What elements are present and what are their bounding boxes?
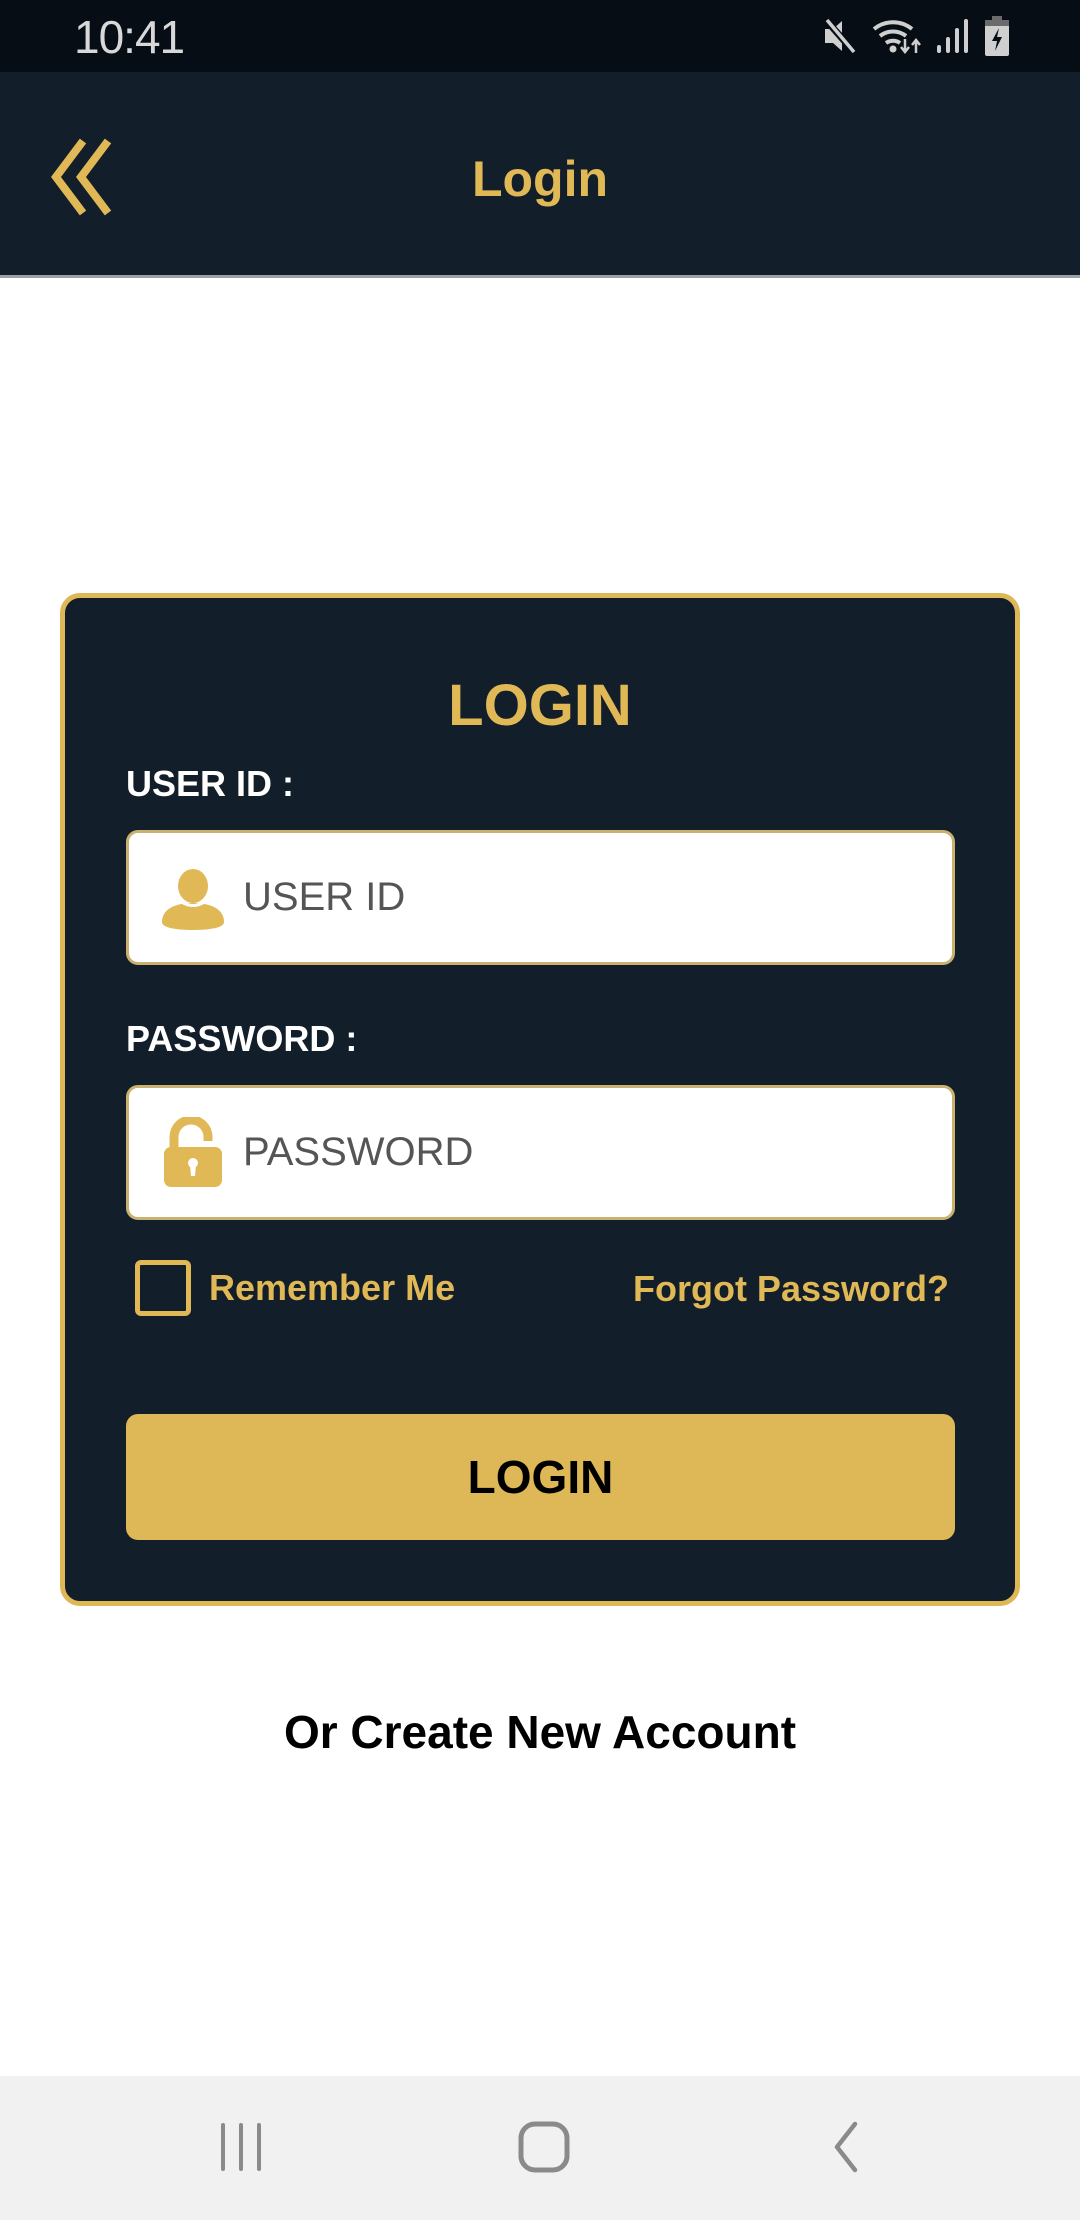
home-icon — [518, 2121, 570, 2173]
remember-me-checkbox[interactable] — [135, 1260, 191, 1316]
user-id-field[interactable] — [126, 830, 955, 965]
recents-icon — [221, 2123, 261, 2171]
password-input[interactable] — [243, 1088, 952, 1217]
login-card-title: LOGIN — [448, 673, 632, 738]
unlocked-padlock-icon — [157, 1116, 229, 1189]
home-button[interactable] — [499, 2112, 589, 2182]
remember-me[interactable]: Remember Me — [135, 1260, 455, 1316]
mute-icon — [823, 17, 858, 55]
app-bar: Login — [0, 72, 1080, 278]
nav-back-button[interactable] — [800, 2112, 890, 2182]
password-field[interactable] — [126, 1085, 955, 1220]
login-card: LOGIN USER ID : PASSWORD : Remember Me F… — [60, 593, 1020, 1606]
signal-icon — [937, 19, 968, 53]
user-id-input[interactable] — [243, 833, 952, 962]
forgot-password-link[interactable]: Forgot Password? — [633, 1268, 949, 1310]
status-time: 10:41 — [74, 11, 185, 63]
user-id-label: USER ID : — [126, 763, 295, 804]
create-account-link[interactable]: Or Create New Account — [0, 1705, 1080, 1759]
user-icon — [157, 862, 229, 934]
wifi-icon — [872, 20, 921, 55]
recents-button[interactable] — [197, 2112, 287, 2182]
remember-me-label: Remember Me — [209, 1267, 456, 1308]
login-button[interactable]: LOGIN — [126, 1414, 955, 1540]
back-icon — [834, 2121, 858, 2173]
battery-charging-icon — [985, 16, 1009, 56]
page-title: Login — [471, 151, 609, 207]
password-label: PASSWORD : — [126, 1018, 358, 1059]
status-icons — [822, 16, 1010, 56]
system-nav-bar — [0, 2076, 1080, 2220]
status-bar: 10:41 — [0, 0, 1080, 72]
